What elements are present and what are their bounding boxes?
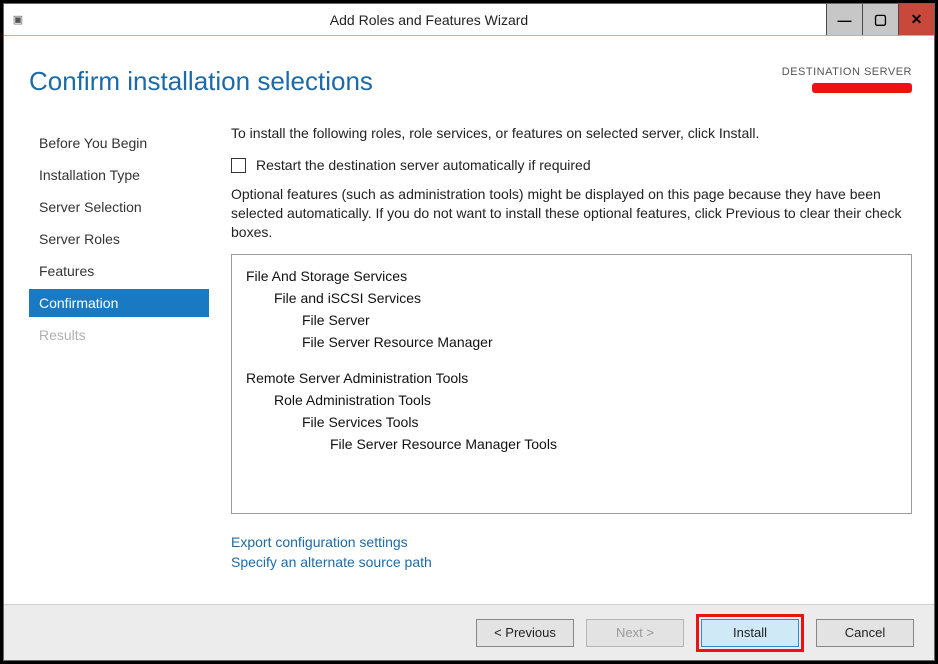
maximize-button[interactable]: ▢ [862, 4, 898, 35]
nav-before-you-begin[interactable]: Before You Begin [29, 129, 209, 157]
window-title: Add Roles and Features Wizard [32, 4, 826, 35]
tree-item: File Server Resource Manager Tools [246, 433, 897, 455]
app-icon: ▣ [4, 4, 32, 35]
nav-server-selection[interactable]: Server Selection [29, 193, 209, 221]
destination-server-label: DESTINATION SERVER [782, 66, 912, 78]
minimize-button[interactable]: — [826, 4, 862, 35]
tree-item: Role Administration Tools [246, 389, 897, 411]
restart-label: Restart the destination server automatic… [256, 157, 591, 173]
tree-item: File Server Resource Manager [246, 331, 897, 353]
cancel-button[interactable]: Cancel [816, 619, 914, 647]
wizard-nav: Before You Begin Installation Type Serve… [29, 125, 209, 604]
window-controls: — ▢ ✕ [826, 4, 934, 35]
nav-confirmation[interactable]: Confirmation [29, 289, 209, 317]
tree-item: File And Storage Services [246, 265, 897, 287]
export-config-link[interactable]: Export configuration settings [231, 532, 912, 552]
restart-row: Restart the destination server automatic… [231, 157, 912, 173]
wizard-window: ▣ Add Roles and Features Wizard — ▢ ✕ Co… [3, 3, 935, 661]
restart-checkbox[interactable] [231, 158, 246, 173]
close-button[interactable]: ✕ [898, 4, 934, 35]
selections-box[interactable]: File And Storage Services File and iSCSI… [231, 254, 912, 514]
install-button[interactable]: Install [701, 619, 799, 647]
nav-features[interactable]: Features [29, 257, 209, 285]
tree-item: File Services Tools [246, 411, 897, 433]
tree-item: File Server [246, 309, 897, 331]
tree-item: Remote Server Administration Tools [246, 367, 897, 389]
nav-server-roles[interactable]: Server Roles [29, 225, 209, 253]
next-button: Next > [586, 619, 684, 647]
previous-button[interactable]: < Previous [476, 619, 574, 647]
main-panel: To install the following roles, role ser… [231, 125, 914, 604]
footer-bar: < Previous Next > Install Cancel [4, 604, 934, 660]
intro-text: To install the following roles, role ser… [231, 125, 912, 141]
install-highlight: Install [696, 614, 804, 652]
content-area: Confirm installation selections DESTINAT… [4, 36, 934, 604]
tree-item: File and iSCSI Services [246, 287, 897, 309]
alternate-source-link[interactable]: Specify an alternate source path [231, 552, 912, 572]
title-bar: ▣ Add Roles and Features Wizard — ▢ ✕ [4, 4, 934, 36]
nav-installation-type[interactable]: Installation Type [29, 161, 209, 189]
optional-features-text: Optional features (such as administratio… [231, 185, 912, 242]
destination-server-redacted [812, 83, 912, 93]
nav-results: Results [29, 321, 209, 349]
body-columns: Before You Begin Installation Type Serve… [29, 125, 914, 604]
links-area: Export configuration settings Specify an… [231, 532, 912, 572]
